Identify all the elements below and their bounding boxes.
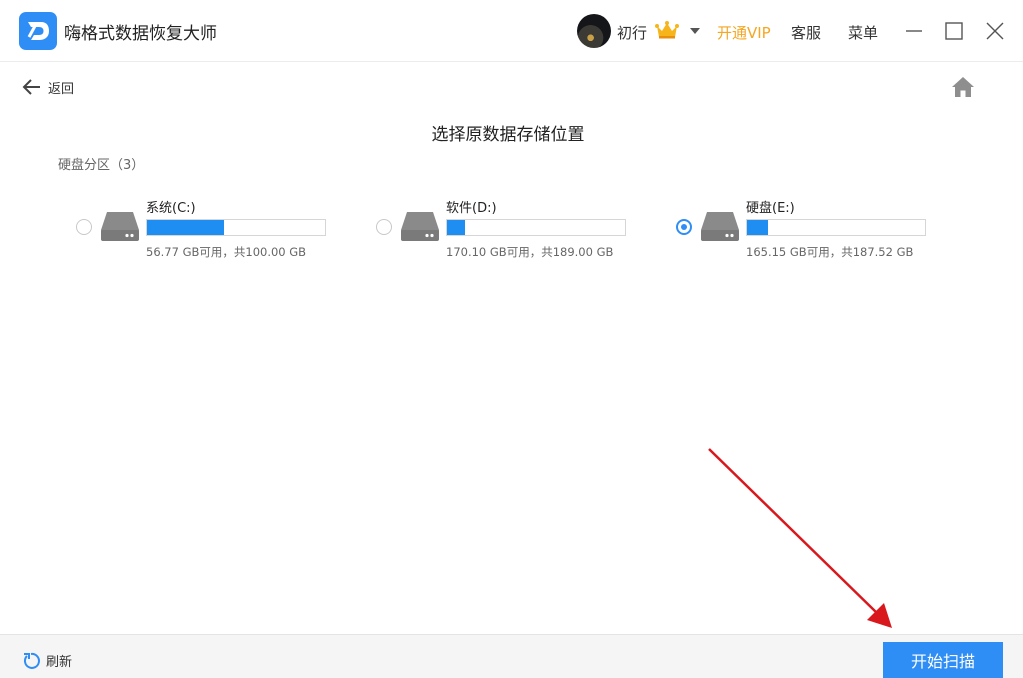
start-scan-button[interactable]: 开始扫描: [883, 642, 1003, 678]
open-vip-link[interactable]: 开通VIP: [717, 22, 771, 43]
crown-icon: [655, 21, 679, 39]
refresh-label: 刷新: [46, 655, 73, 670]
customer-service-link[interactable]: 客服: [791, 22, 821, 43]
drive-capacity-text: 56.77 GB可用，共100.00 GB: [146, 245, 307, 259]
drive-radio[interactable]: [76, 219, 92, 235]
refresh-icon: [24, 652, 40, 669]
drive-name: 硬盘(E:): [746, 201, 795, 216]
minimize-icon[interactable]: [902, 19, 926, 43]
hard-disk-icon: [101, 212, 139, 241]
maximize-icon[interactable]: [942, 19, 966, 43]
drive-capacity-text: 165.15 GB可用，共187.52 GB: [746, 245, 914, 259]
drive-radio[interactable]: [676, 219, 692, 235]
drive-radio[interactable]: [376, 219, 392, 235]
usage-bar: [446, 219, 626, 236]
username[interactable]: 初行: [617, 22, 647, 43]
arrow-left-icon: [22, 79, 40, 95]
page-title: 选择原数据存储位置: [431, 125, 585, 145]
footer-bar: 刷新 开始扫描: [0, 634, 1023, 678]
usage-bar: [746, 219, 926, 236]
drive-item-d[interactable]: 软件(D:) 170.10 GB可用，共189.00 GB: [376, 196, 636, 262]
drive-item-c[interactable]: 系统(C:) 56.77 GB可用，共100.00 GB: [76, 196, 336, 262]
back-button[interactable]: 返回: [22, 76, 74, 98]
drive-name: 系统(C:): [146, 201, 196, 216]
app-logo-icon: [19, 12, 57, 50]
annotation-arrow: [708, 448, 892, 628]
menu-link[interactable]: 菜单: [848, 22, 878, 43]
drive-name: 软件(D:): [446, 201, 497, 216]
app-title: 嗨格式数据恢复大师: [64, 24, 217, 44]
usage-bar: [146, 219, 326, 236]
partition-section-label: 硬盘分区（3）: [58, 158, 145, 173]
user-avatar[interactable]: [577, 14, 611, 48]
usage-bar-fill: [447, 220, 465, 235]
title-bar: 嗨格式数据恢复大师 初行 开通VIP 客服 菜单: [0, 0, 1023, 62]
back-label: 返回: [48, 81, 75, 97]
drive-item-e[interactable]: 硬盘(E:) 165.15 GB可用，共187.52 GB: [676, 196, 936, 262]
home-icon[interactable]: [950, 75, 976, 99]
hard-disk-icon: [401, 212, 439, 241]
close-icon[interactable]: [983, 19, 1007, 43]
hard-disk-icon: [701, 212, 739, 241]
refresh-button[interactable]: 刷新: [22, 651, 72, 670]
chevron-down-icon[interactable]: [688, 24, 702, 38]
drive-capacity-text: 170.10 GB可用，共189.00 GB: [446, 245, 614, 259]
usage-bar-fill: [747, 220, 769, 235]
usage-bar-fill: [147, 220, 224, 235]
